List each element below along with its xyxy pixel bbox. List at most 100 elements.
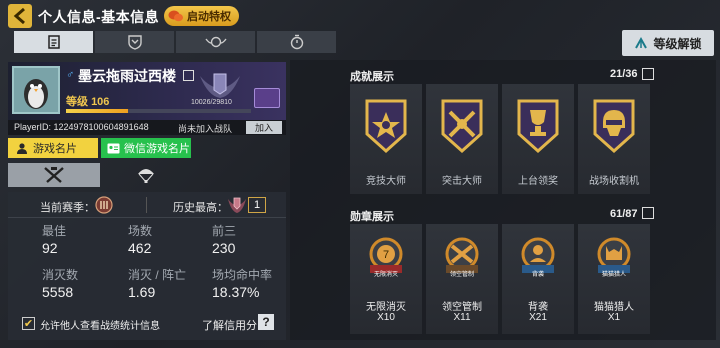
cross-medal-badge-icon [365,99,407,154]
stat-kills: 消灭数 5558 [42,266,78,300]
edit-achievements-icon[interactable] [642,68,654,80]
player-name: 墨云拖雨过西楼 [78,68,176,84]
privilege-label: 启动特权 [187,11,231,23]
wechat-card-button[interactable]: 微信游戏名片 [101,138,191,158]
user-card-icon [17,143,27,154]
stat-matches: 场数 462 [128,222,152,256]
legend-badge-icon [226,194,248,216]
tab-shield[interactable] [95,31,174,53]
id-row: PlayerID: 1224978100604891648 尚未加入战队 加入 [8,120,286,135]
share-row: ✔ 允许他人查看战绩统计信息 了解信用分 ? [8,310,286,340]
crossed-guns-icon [44,167,64,183]
medal-tag: 领空管制 [449,272,474,278]
medal-item[interactable]: 猫猫猎人 猫猫猎人 X1 [578,224,650,334]
xp-total: 29810 [212,99,232,106]
share-stats-label: 允许他人查看战绩统计信息 [40,321,160,332]
medal-count: X1 [607,312,621,323]
stopwatch-icon [290,34,303,50]
medal-name: 领空管制 [442,302,482,313]
stat-accuracy: 场均命中率 18.37% [212,266,272,300]
level-label-text: 等级 [66,96,88,108]
stat-top3: 前三 230 [212,222,236,256]
game-card-button[interactable]: 游戏名片 [8,138,98,158]
parachute-icon [138,169,154,183]
wechat-icon [168,10,183,22]
medal-item[interactable]: 7 无限消灭 无限消灭 X10 [350,224,422,334]
tab-stopwatch[interactable] [257,31,336,53]
stat-label: 最佳 [42,224,67,238]
achievement-item[interactable]: 战场收割机 [578,84,650,194]
tab-profile[interactable] [14,31,93,53]
shield-icon [127,35,142,50]
edit-medals-icon[interactable] [642,207,654,219]
medal-count: X10 [377,312,395,323]
right-panel: 成就展示 21/36 竞技大师 突击大师 上台领奖 战场收割机 勋章展示 61/… [290,60,716,340]
mode-tabs [8,163,286,187]
xp-fill [66,109,129,113]
level-label: 等级 106 [66,93,109,109]
stat-value: 462 [128,240,152,256]
rank-wings-icon [204,36,227,48]
stat-kd-ratio: 消灭 / 阵亡 1.69 [128,266,186,300]
tab-rank[interactable] [176,31,255,53]
history-best-label: 历史最高： [173,202,228,214]
tab-multiplayer[interactable] [8,163,100,187]
medal-count: X11 [453,312,471,323]
achievement-item[interactable]: 突击大师 [426,84,498,194]
level-unlock-button[interactable]: 等级解锁 [622,30,714,56]
medal-name: 猫猫猎人 [594,302,634,313]
skull-helmet-badge-icon [593,99,635,154]
achievement-label: 上台领奖 [518,176,558,187]
level-value: 106 [91,96,110,108]
medal-tag: 无限消灭 [373,272,398,278]
tab-battle-royale[interactable] [100,163,192,187]
medal-count: X21 [529,312,547,323]
avatar[interactable] [12,66,60,114]
medal-tag: 猫猫猎人 [601,272,626,278]
achievement-item[interactable]: 竞技大师 [350,84,422,194]
medal-tag: 背袭 [531,272,544,278]
divider [146,197,147,213]
medal-item[interactable]: 背袭 背袭 X21 [502,224,574,334]
player-id: PlayerID: 1224978100604891648 [14,122,149,132]
xp-text: 10026/29810 [191,99,232,106]
stat-value: 1.69 [128,284,156,300]
page-title: 个人信息-基本信息 [38,9,160,25]
share-stats-checkbox[interactable]: ✔ [22,317,35,330]
penguin-avatar-icon [14,68,58,112]
achievement-label: 竞技大师 [366,176,406,187]
ticket-icon[interactable] [254,88,280,108]
back-button[interactable] [8,4,32,28]
medal-item[interactable]: 领空管制 领空管制 X11 [426,224,498,334]
achievements-title: 成就展示 [350,71,394,83]
season-row: 当前赛季： 历史最高： 1 [8,192,286,218]
chevron-left-icon [13,8,25,24]
edit-name-icon[interactable] [183,70,194,81]
history-best-value: 1 [248,197,266,213]
stat-best: 最佳 92 [42,222,66,256]
credit-score-link[interactable]: 了解信用分 [202,317,257,333]
level-up-icon [635,36,648,49]
top-bar: 个人信息-基本信息 启动特权 [0,0,720,32]
stats-box: 当前赛季： 历史最高： 1 最佳 92 场数 462 前三 230 消灭数 55… [8,192,286,340]
achievement-item[interactable]: 上台领奖 [502,84,574,194]
id-card-icon [107,143,120,153]
join-team-button[interactable]: 加入 [246,121,282,134]
card-buttons: 游戏名片 微信游戏名片 [8,138,191,158]
stat-label: 场均命中率 [212,268,273,282]
achievement-label: 战场收割机 [589,176,639,187]
privilege-button[interactable]: 启动特权 [164,6,239,26]
stat-label: 消灭 / 阵亡 [128,268,187,282]
stat-value: 230 [212,240,236,256]
achievements-count: 21/36 [610,68,638,80]
current-season-label: 当前赛季： [40,202,95,214]
stat-label: 消灭数 [42,268,79,282]
left-panel: ♂ 墨云拖雨过西楼 等级 106 10026/29810 PlayerID: 1… [8,62,286,340]
profile-card: ♂ 墨云拖雨过西楼 等级 106 10026/29810 [8,62,286,120]
crossed-rifles-badge-icon [441,99,483,154]
help-button[interactable]: ? [258,314,274,330]
game-card-label: 游戏名片 [33,143,77,155]
tab-bar [14,31,336,53]
medals-count: 61/87 [610,208,638,220]
stat-label: 前三 [212,224,237,238]
